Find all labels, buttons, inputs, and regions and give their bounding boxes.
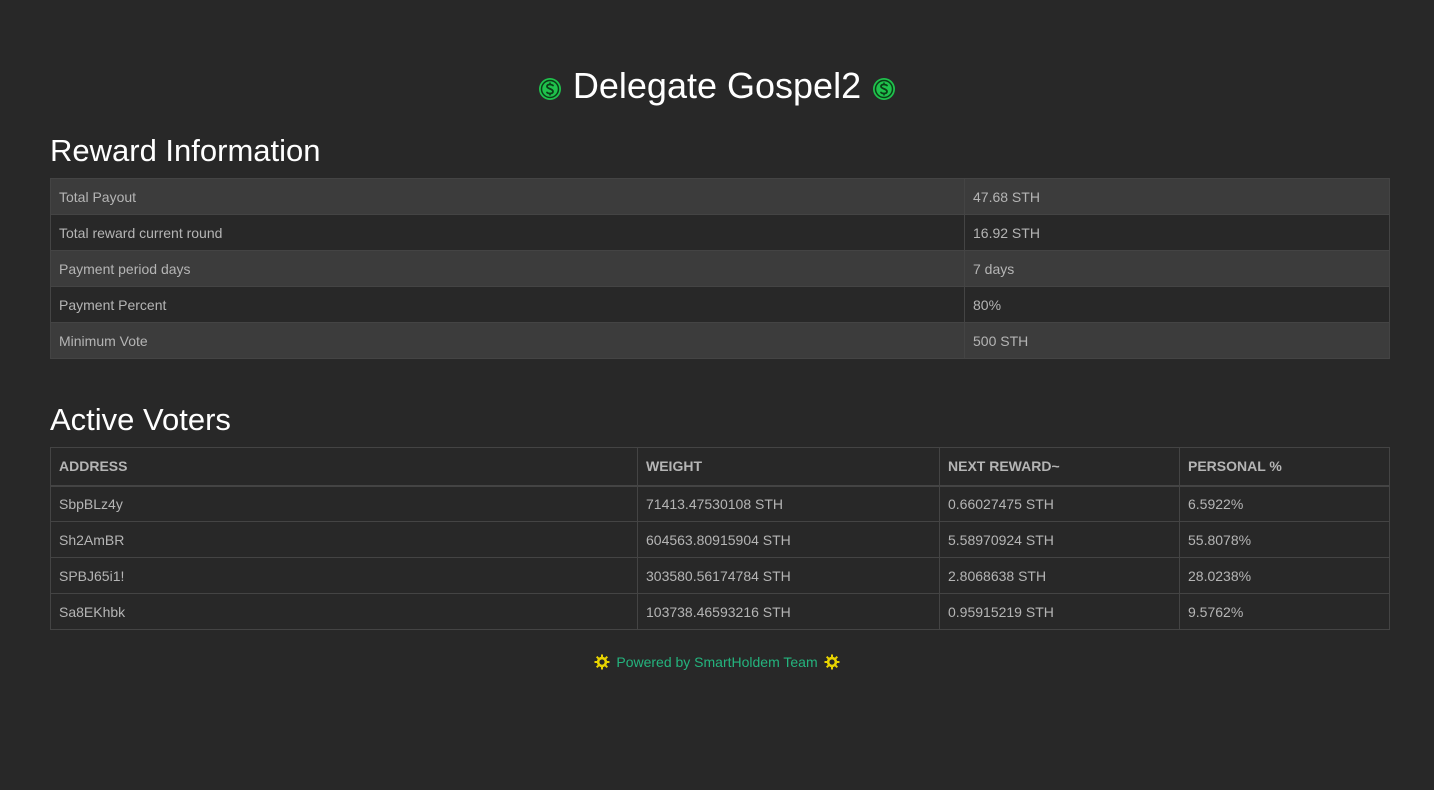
table-row: Total Payout 47.68 STH <box>50 178 1390 215</box>
voter-personal-percent: 28.0238% <box>1179 557 1390 594</box>
voter-weight: 604563.80915904 STH <box>637 521 940 558</box>
row-label: Payment period days <box>50 250 965 287</box>
reward-information-heading: Reward Information <box>50 133 321 168</box>
row-label: Minimum Vote <box>50 322 965 359</box>
table-row: Total reward current round 16.92 STH <box>50 214 1390 251</box>
voter-personal-percent: 55.8078% <box>1179 521 1390 558</box>
smartholdem-coin-icon <box>873 78 896 100</box>
row-value: 16.92 STH <box>964 214 1390 251</box>
table-row: Payment period days 7 days <box>50 250 1390 287</box>
page: Delegate Gospel2 Reward Information Tota… <box>0 0 1434 790</box>
row-label: Payment Percent <box>50 286 965 323</box>
gear-icon <box>594 654 610 670</box>
table-row: Sh2AmBR 604563.80915904 STH 5.58970924 S… <box>50 521 1390 558</box>
voter-next-reward: 5.58970924 STH <box>939 521 1180 558</box>
gear-icon <box>824 654 840 670</box>
voter-personal-percent: 6.5922% <box>1179 485 1390 522</box>
footer: Powered by SmartHoldem Team <box>0 651 1434 673</box>
row-label: Total reward current round <box>50 214 965 251</box>
row-value: 80% <box>964 286 1390 323</box>
active-voters-heading: Active Voters <box>50 402 231 437</box>
page-title: Delegate Gospel2 <box>572 65 862 106</box>
row-value: 47.68 STH <box>964 178 1390 215</box>
voter-address: SPBJ65i1! <box>50 557 638 594</box>
table-row: SbpBLz4y 71413.47530108 STH 0.66027475 S… <box>50 485 1390 522</box>
voter-address: Sh2AmBR <box>50 521 638 558</box>
row-value: 7 days <box>964 250 1390 287</box>
voter-weight: 103738.46593216 STH <box>637 593 940 630</box>
active-voters-table: ADDRESS WEIGHT NEXT REWARD~ PERSONAL % S… <box>50 447 1390 630</box>
table-row: Sa8EKhbk 103738.46593216 STH 0.95915219 … <box>50 593 1390 630</box>
page-header: Delegate Gospel2 <box>0 64 1434 108</box>
column-header-next-reward: NEXT REWARD~ <box>939 447 1180 487</box>
row-label: Total Payout <box>50 178 965 215</box>
reward-information-table: Total Payout 47.68 STH Total reward curr… <box>50 178 1390 359</box>
column-header-personal-percent: PERSONAL % <box>1179 447 1390 487</box>
voter-weight: 303580.56174784 STH <box>637 557 940 594</box>
voter-weight: 71413.47530108 STH <box>637 485 940 522</box>
powered-by-link[interactable]: Powered by SmartHoldem Team <box>616 654 817 670</box>
voter-address: SbpBLz4y <box>50 485 638 522</box>
table-row: SPBJ65i1! 303580.56174784 STH 2.8068638 … <box>50 557 1390 594</box>
smartholdem-coin-icon <box>538 78 561 100</box>
table-row: Minimum Vote 500 STH <box>50 322 1390 359</box>
voter-personal-percent: 9.5762% <box>1179 593 1390 630</box>
table-row: Payment Percent 80% <box>50 286 1390 323</box>
voter-next-reward: 0.66027475 STH <box>939 485 1180 522</box>
row-value: 500 STH <box>964 322 1390 359</box>
column-header-weight: WEIGHT <box>637 447 940 487</box>
voter-address: Sa8EKhbk <box>50 593 638 630</box>
voter-next-reward: 0.95915219 STH <box>939 593 1180 630</box>
table-header-row: ADDRESS WEIGHT NEXT REWARD~ PERSONAL % <box>50 447 1390 487</box>
column-header-address: ADDRESS <box>50 447 638 487</box>
voter-next-reward: 2.8068638 STH <box>939 557 1180 594</box>
